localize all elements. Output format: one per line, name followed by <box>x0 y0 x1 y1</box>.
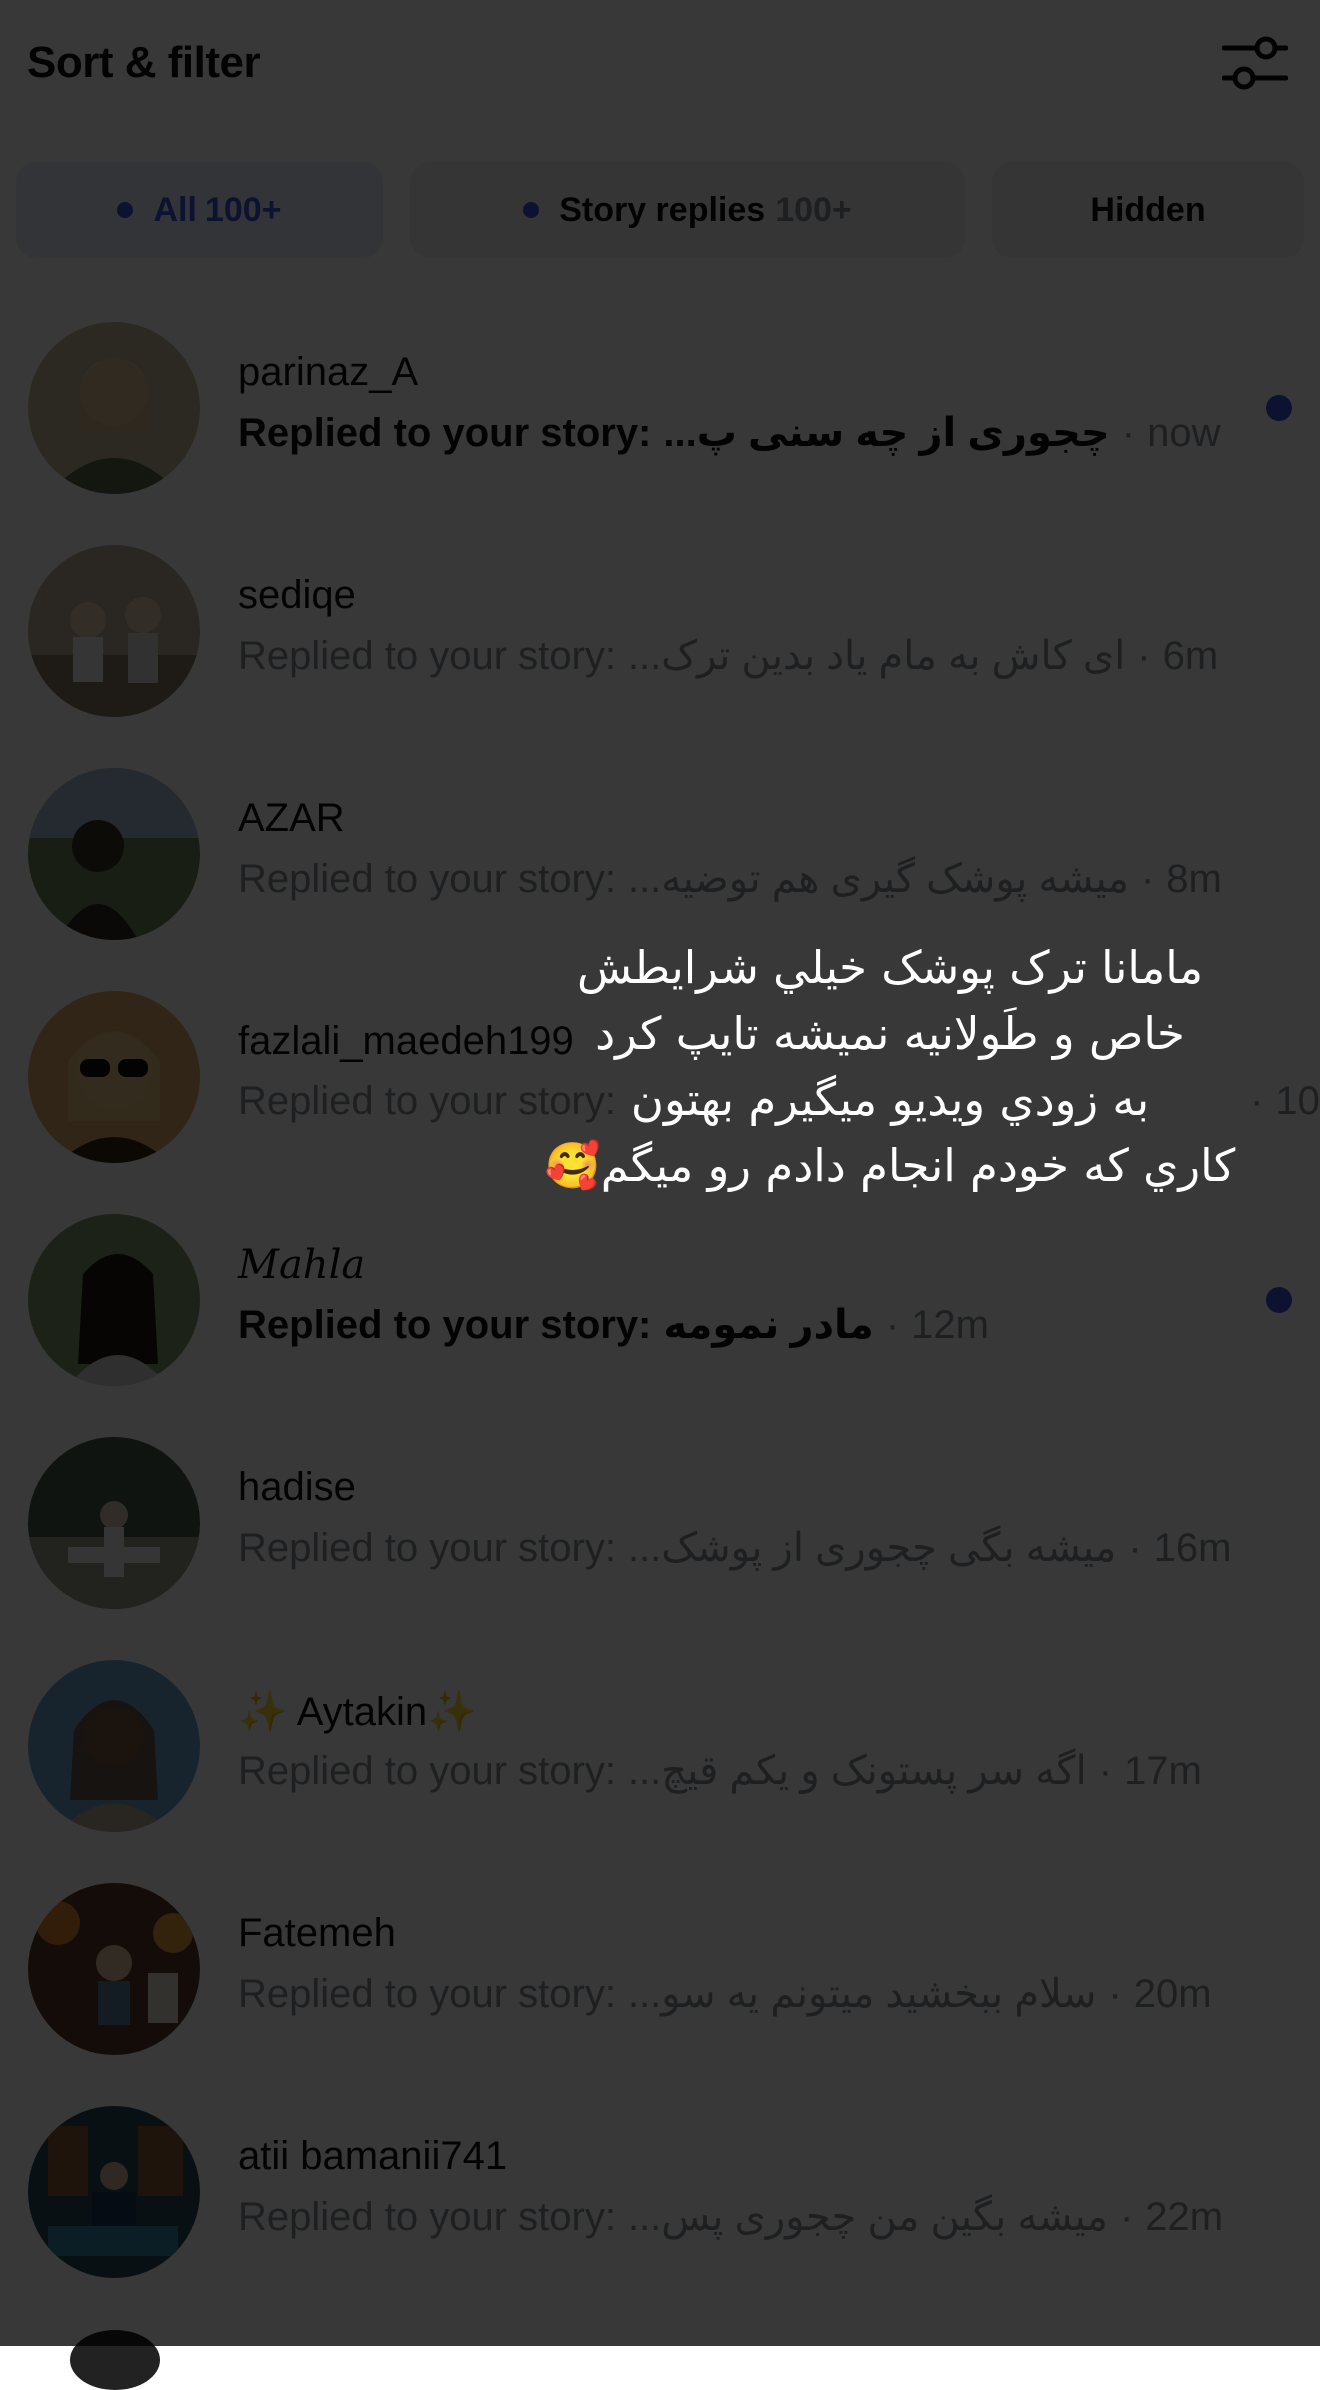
separator-dot: · <box>1137 633 1151 678</box>
filter-tabs: All 100+ Story replies 100+ Hidden <box>0 162 1320 258</box>
tab-hidden[interactable]: Hidden <box>992 162 1304 258</box>
message-preview: Replied to your story: میشه پوشک گیری هم… <box>238 856 1222 902</box>
separator-dot: · <box>885 1302 900 1347</box>
avatar[interactable] <box>28 322 200 494</box>
preview-label: Replied to your story: <box>238 633 616 678</box>
tab-story-replies-count: 100+ <box>775 190 852 229</box>
avatar[interactable] <box>28 2106 200 2278</box>
username: Fatemeh <box>238 1911 396 1955</box>
separator-dot: · <box>1140 856 1155 901</box>
tab-all-label: All <box>153 190 197 229</box>
message-preview: Replied to your story: اگه سر پستونک و ی… <box>238 1748 1202 1794</box>
username: atii bamanii741 <box>238 2134 508 2178</box>
separator-dot: · <box>1119 2194 1134 2239</box>
timestamp: now <box>1147 410 1221 455</box>
avatar[interactable] <box>28 545 200 717</box>
timestamp: 20m <box>1133 1971 1212 2016</box>
header: Sort & filter <box>0 0 1320 130</box>
preview-label: Replied to your story: <box>238 856 616 901</box>
conversation-row[interactable]: sediqe Replied to your story: ای کاش به … <box>0 545 1320 768</box>
username: ✨ Aytakin✨ <box>238 1690 477 1734</box>
message-preview: Replied to your story: چجوری از چه سنی پ… <box>238 410 1220 456</box>
timestamp: 17m <box>1124 1748 1202 1793</box>
timestamp: 6m <box>1162 633 1219 678</box>
username: AZAR <box>238 796 345 840</box>
message-preview: Replied to your story: میشه بگی چجوری از… <box>238 1525 1231 1571</box>
message-preview: Replied to your story: سلام ببخشید میتون… <box>238 1971 1212 2017</box>
username: parinaz_A <box>238 350 419 394</box>
tab-story-replies-label: Story replies <box>559 190 766 229</box>
username: hadise <box>238 1465 356 1509</box>
conversation-row[interactable]: ✨ Aytakin✨ Replied to your story: اگه سر… <box>0 1660 1320 1883</box>
timestamp: 22m <box>1145 2194 1224 2239</box>
separator-dot: · <box>1128 1525 1142 1570</box>
conversation-row[interactable]: atii bamanii741 Replied to your story: م… <box>0 2106 1320 2329</box>
unread-dot <box>1266 1287 1292 1313</box>
preview-message: چجوری از چه سنی پ... <box>663 411 1110 455</box>
avatar[interactable] <box>28 991 200 1163</box>
preview-message: اگه سر پستونک و یکم قیچ... <box>627 1749 1087 1793</box>
conversation-row[interactable]: Fatemeh Replied to your story: سلام ببخش… <box>0 1883 1320 2106</box>
avatar[interactable] <box>28 1883 200 2055</box>
avatar[interactable] <box>28 768 200 940</box>
separator-dot: · <box>1121 410 1136 455</box>
message-preview: Replied to your story: ای کاش به مام یاد… <box>238 633 1218 679</box>
preview-message: ای کاش به مام یاد بدین ترک... <box>627 634 1126 678</box>
conversation-row[interactable]: 𝑀𝑎ℎ𝑙𝑎 Replied to your story: مادر نمومه … <box>0 1214 1320 1437</box>
preview-message: سلام ببخشید میتونم یه سو... <box>627 1972 1097 2016</box>
preview-message: میشه پوشک گیری هم توضیه... <box>627 857 1129 901</box>
preview-label: Replied to your story: <box>238 1525 616 1570</box>
separator-dot: · <box>1108 1971 1122 2016</box>
username: sediqe <box>238 573 356 617</box>
tab-all-count: 100+ <box>204 190 282 229</box>
preview-label: Replied to your story: <box>238 410 652 455</box>
timestamp: 8m <box>1166 856 1222 901</box>
page-title: Sort & filter <box>27 38 261 87</box>
timestamp: 10m <box>1275 1079 1320 1123</box>
tab-all[interactable]: All 100+ <box>16 162 383 258</box>
separator-dot: · <box>1098 1748 1113 1793</box>
tab-hidden-label: Hidden <box>1090 190 1206 229</box>
sliders-icon[interactable] <box>1222 33 1288 93</box>
tab-story-replies[interactable]: Story replies 100+ <box>410 162 965 258</box>
unread-dot <box>1266 395 1292 421</box>
story-caption: مامانا ترک پوشک خیلي شرايطش خاص و طَولان… <box>544 941 1236 1192</box>
preview-message: میشه بگین من چجوری پس... <box>627 2195 1108 2239</box>
timestamp: 16m <box>1153 1525 1232 1570</box>
avatar[interactable] <box>28 1660 200 1832</box>
avatar[interactable] <box>28 1437 200 1609</box>
timestamp: 12m <box>911 1302 989 1347</box>
preview-message: میشه بگی چجوری از پوشک... <box>627 1526 1117 1570</box>
preview-label: Replied to your story: <box>238 2194 616 2239</box>
active-dot <box>117 202 134 218</box>
preview-label: Replied to your story: <box>238 1971 616 2016</box>
avatar[interactable] <box>28 1214 200 1386</box>
preview-label: Replied to your story: <box>238 1748 616 1793</box>
conversation-row[interactable]: hadise Replied to your story: میشه بگی چ… <box>0 1437 1320 1660</box>
message-preview: Replied to your story: مادر نمومه · 12m <box>238 1302 989 1348</box>
preview-label: Replied to your story: <box>238 1302 652 1347</box>
message-preview: Replied to your story: میشه بگین من چجور… <box>238 2194 1223 2240</box>
avatar[interactable] <box>70 2330 160 2390</box>
username: 𝑀𝑎ℎ𝑙𝑎 <box>238 1242 366 1288</box>
preview-message: مادر نمومه <box>663 1303 874 1347</box>
conversation-row[interactable]: parinaz_A Replied to your story: چجوری ا… <box>0 322 1320 545</box>
unread-indicator-dot <box>523 202 540 218</box>
